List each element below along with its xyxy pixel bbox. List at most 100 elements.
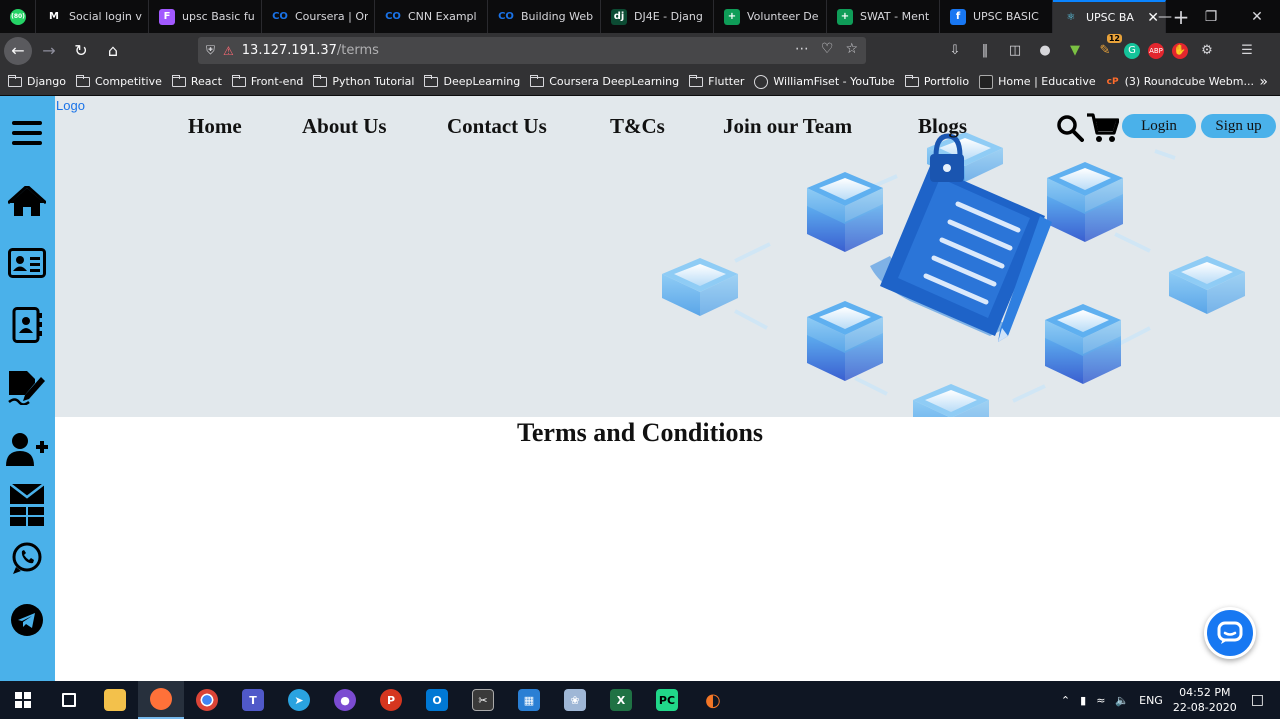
taskbar-pinterest-style[interactable]: P (368, 681, 414, 719)
telegram-icon[interactable] (6, 599, 48, 641)
restore-button[interactable]: ❐ (1188, 0, 1234, 33)
extension-red-icon[interactable]: ✋ (1172, 42, 1188, 59)
taskbar-snipping[interactable]: ✂ (460, 681, 506, 719)
nav-about-us[interactable]: About Us (302, 114, 387, 139)
taskbar-teams[interactable]: T (230, 681, 276, 719)
firefox-icon (150, 688, 172, 710)
browser-tab[interactable]: f UPSC BASIC (940, 0, 1053, 33)
search-icon[interactable] (1056, 114, 1084, 142)
url-bar[interactable]: ⛨ ⚠ 13.127.191.37/terms ⋯ ♡ ☆ (198, 37, 866, 64)
nav-join-team[interactable]: Join our Team (723, 114, 852, 139)
taskbar-jupyter[interactable]: ◐ (690, 681, 736, 719)
taskbar-firefox[interactable] (138, 681, 184, 719)
hamburger-menu-icon[interactable] (6, 112, 48, 154)
login-button[interactable]: Login (1122, 114, 1196, 138)
taskbar-telegram[interactable]: ➤ (276, 681, 322, 719)
account-icon[interactable]: ● (1034, 40, 1056, 62)
bookmark-item[interactable]: Portfolio (904, 74, 969, 88)
reload-button[interactable]: ↻ (66, 36, 96, 66)
shield-icon[interactable]: ⛨ (206, 43, 215, 58)
extension-download-icon[interactable]: ▼ (1064, 40, 1086, 62)
browser-tab[interactable]: M Social login v (36, 0, 149, 33)
chat-widget-button[interactable] (1204, 607, 1256, 659)
start-button[interactable] (0, 681, 46, 719)
task-view-button[interactable] (46, 681, 92, 719)
newsletter-mail-icon[interactable] (6, 482, 48, 528)
download-icon[interactable]: ⇩ (944, 40, 966, 62)
signature-form-icon[interactable] (6, 366, 48, 408)
bookmark-item[interactable]: DeepLearning (424, 74, 520, 88)
bookmark-item[interactable]: Flutter (689, 74, 744, 88)
battery-icon[interactable]: ▮ (1080, 694, 1086, 707)
browser-tab[interactable]: + Volunteer De (714, 0, 827, 33)
site-logo[interactable]: Logo (56, 98, 85, 113)
settings-icon[interactable]: ⚙ (1196, 40, 1218, 62)
sidebar-icon[interactable]: ◫ (1004, 40, 1026, 62)
id-card-icon[interactable] (6, 242, 48, 284)
cpanel-icon: cP (1106, 76, 1119, 87)
browser-tab[interactable]: + SWAT - Ment (827, 0, 940, 33)
browser-tab[interactable]: Fupsc Basic fu (149, 0, 262, 33)
whatsapp-icon[interactable] (6, 537, 48, 579)
taskbar-paint[interactable]: ❀ (552, 681, 598, 719)
browser-tab[interactable]: dj DJ4E - Djang (601, 0, 714, 33)
bookmark-item[interactable]: Front-end (231, 74, 303, 88)
taskbar-excel[interactable]: X (598, 681, 644, 719)
browser-tab[interactable]: CO CNN Exampl (375, 0, 488, 33)
bookmark-item[interactable]: Competitive (75, 74, 162, 88)
excel-icon: X (610, 689, 632, 711)
insecure-lock-icon[interactable]: ⚠ (223, 44, 234, 58)
bookmark-item[interactable]: Python Tutorial (313, 74, 415, 88)
library-icon[interactable]: ‖ (974, 40, 996, 62)
taskbar-outlook[interactable]: O (414, 681, 460, 719)
tab-title: UPSC BA (1086, 11, 1134, 24)
browser-tab[interactable]: CO Coursera | Or (262, 0, 375, 33)
menu-icon[interactable]: ☰ (1236, 40, 1258, 62)
close-window-button[interactable]: ✕ (1234, 0, 1280, 33)
taskbar-pycharm[interactable]: PC (644, 681, 690, 719)
wifi-icon[interactable]: ≈ (1096, 694, 1105, 707)
forward-button[interactable]: → (34, 36, 64, 66)
bookmarks-overflow-icon[interactable]: » (1259, 74, 1268, 90)
bookmark-star-icon[interactable]: ☆ (845, 41, 858, 57)
nav-terms[interactable]: T&Cs (610, 114, 665, 139)
taskbar-app-book[interactable]: ▦ (506, 681, 552, 719)
home-button[interactable]: ⌂ (98, 36, 128, 66)
minimize-button[interactable]: — (1142, 0, 1188, 33)
bookmark-label: Python Tutorial (332, 75, 415, 88)
back-button[interactable]: ← (4, 36, 32, 65)
chat-bubble-icon (1217, 621, 1243, 644)
bookmarks-bar: Django Competitive React Front-end Python Tu… (0, 68, 1280, 96)
bookmark-item[interactable]: cP (3) Roundcube Webm... (1106, 75, 1254, 89)
bookmark-item[interactable]: Coursera DeepLearning (530, 74, 679, 88)
bookmark-item[interactable]: WilliamFiset - YouTube (754, 74, 895, 89)
teams-icon: T (242, 689, 264, 711)
volume-icon[interactable]: 🔈 (1115, 694, 1129, 707)
language-indicator[interactable]: ENG (1139, 694, 1163, 707)
clock[interactable]: 04:52 PM 22-08-2020 (1173, 685, 1237, 715)
notification-center-icon[interactable]: □ (1251, 692, 1264, 708)
browser-tab[interactable]: CO Building Web (488, 0, 601, 33)
extension-badge-icon[interactable]: ✎ 12 (1094, 33, 1122, 62)
adblock-icon[interactable]: ABP (1148, 42, 1164, 59)
tray-overflow-icon[interactable]: ⌃ (1061, 694, 1070, 707)
taskbar-chrome[interactable] (184, 681, 230, 719)
tab-title: DJ4E - Djang (634, 10, 703, 23)
nav-blogs[interactable]: Blogs (918, 114, 967, 139)
pocket-icon[interactable]: ♡ (821, 41, 834, 57)
cart-icon[interactable] (1087, 113, 1120, 143)
taskbar-file-explorer[interactable] (92, 681, 138, 719)
bookmark-item[interactable]: Django (8, 74, 66, 88)
bookmark-item[interactable]: Home | Educative (979, 74, 1096, 89)
nav-home[interactable]: Home (188, 114, 242, 139)
nav-contact-us[interactable]: Contact Us (447, 114, 547, 139)
taskbar-app-purple[interactable]: ● (322, 681, 368, 719)
grammarly-icon[interactable]: G (1124, 42, 1140, 59)
page-actions-icon[interactable]: ⋯ (795, 41, 809, 57)
bookmark-item[interactable]: React (171, 74, 222, 88)
home-icon[interactable] (6, 181, 48, 223)
bookmark-label: WilliamFiset - YouTube (773, 75, 895, 88)
signup-button[interactable]: Sign up (1201, 114, 1276, 138)
browser-tab[interactable]: (80) (0, 0, 36, 33)
address-book-icon[interactable] (6, 304, 48, 346)
